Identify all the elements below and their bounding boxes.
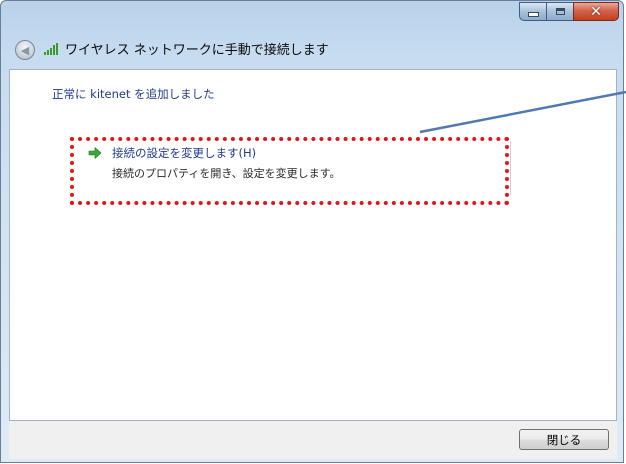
maximize-button[interactable]	[546, 2, 573, 21]
caption-buttons: ✕	[519, 2, 619, 21]
back-button[interactable]: ◀	[15, 40, 35, 60]
success-message: 正常に kitenet を追加しました	[52, 87, 215, 101]
minimize-icon	[527, 12, 539, 17]
back-arrow-icon: ◀	[20, 43, 30, 57]
content-pane: 正常に kitenet を追加しました 接続の設定を変更します(H) 接続のプロ…	[9, 69, 617, 421]
dialog-window: ✕ ◀ ワイヤレス ネットワークに手動で接続します 正常に kitenet を追…	[0, 0, 624, 463]
annotation-highlight-box	[70, 137, 509, 205]
wireless-network-icon	[44, 43, 58, 55]
minimize-button[interactable]	[519, 2, 546, 21]
footer-bar: 閉じる	[9, 421, 617, 459]
close-icon: ✕	[590, 3, 602, 20]
close-window-button[interactable]: ✕	[573, 2, 619, 21]
close-button[interactable]: 閉じる	[519, 429, 609, 450]
window-title: ワイヤレス ネットワークに手動で接続します	[65, 43, 329, 58]
maximize-icon	[555, 8, 565, 15]
title-bar: ✕ ◀ ワイヤレス ネットワークに手動で接続します	[1, 1, 623, 69]
option-divider	[510, 141, 511, 195]
